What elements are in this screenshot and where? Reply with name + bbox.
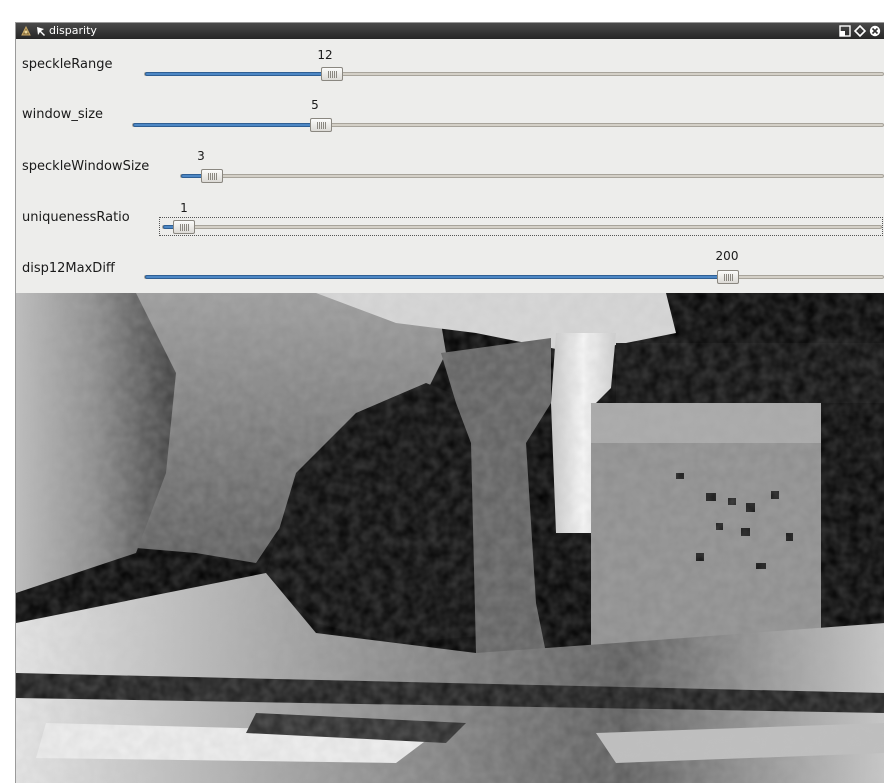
title-bar[interactable]: disparity <box>16 23 884 39</box>
window-size-fill <box>133 123 314 127</box>
uniqueness-ratio-label: uniquenessRatio <box>22 210 130 225</box>
trackbar-panel: speckleRange 12 window_size 5 speckleWin… <box>16 39 884 293</box>
close-icon[interactable] <box>869 25 881 37</box>
disparity-map-picture <box>16 293 884 783</box>
speckle-range-handle[interactable] <box>321 67 343 81</box>
pin-icon[interactable] <box>35 25 47 37</box>
window-size-value: 5 <box>311 98 319 112</box>
maximize-icon[interactable] <box>854 25 866 37</box>
disp12-max-diff-handle[interactable] <box>717 270 739 284</box>
speckle-range-label: speckleRange <box>22 57 113 72</box>
uniqueness-ratio-slider[interactable] <box>162 220 882 234</box>
uniqueness-ratio-value: 1 <box>180 201 188 215</box>
window-size-slider[interactable] <box>132 118 884 132</box>
speckle-window-size-slider[interactable] <box>180 169 884 183</box>
speckle-range-value: 12 <box>317 48 333 62</box>
window-size-label: window_size <box>22 107 104 122</box>
window-title: disparity <box>49 24 97 37</box>
disp12-max-diff-slider[interactable] <box>144 270 884 284</box>
uniqueness-ratio-handle[interactable] <box>173 220 195 234</box>
window-size-handle[interactable] <box>310 118 332 132</box>
speckle-window-size-label: speckleWindowSize <box>22 159 150 174</box>
speckle-range-fill <box>145 72 325 76</box>
disp12-max-diff-label: disp12MaxDiff <box>22 261 115 276</box>
speckle-range-slider[interactable] <box>144 67 884 81</box>
speckle-window-size-handle[interactable] <box>201 169 223 183</box>
minimize-icon[interactable] <box>839 25 851 37</box>
speckle-window-size-value: 3 <box>197 149 205 163</box>
disparity-image <box>16 293 884 783</box>
disp12-max-diff-fill <box>145 275 721 279</box>
disp12-max-diff-value: 200 <box>715 249 739 263</box>
disparity-window: disparity speckleRange 12 window_size 5 … <box>15 22 884 783</box>
app-icon <box>21 25 31 36</box>
